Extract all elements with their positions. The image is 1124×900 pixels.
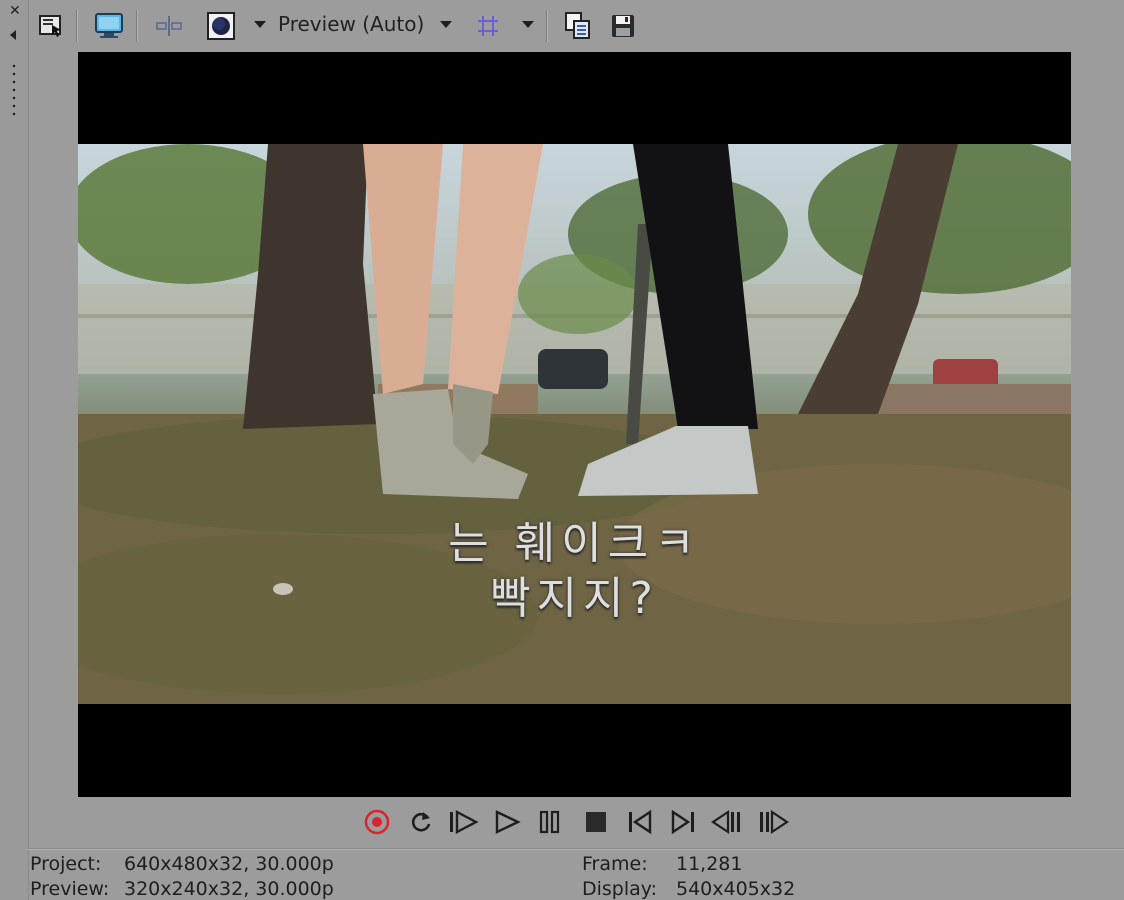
previous-frame-button[interactable]	[623, 805, 657, 839]
display-value: 540x405x32	[676, 878, 796, 900]
overlay-mode-dropdown-icon[interactable]	[254, 21, 266, 28]
play-button[interactable]	[490, 805, 524, 839]
overlay-mode-button[interactable]	[204, 9, 238, 43]
status-divider	[28, 848, 1124, 850]
save-snapshot-button[interactable]	[606, 9, 640, 43]
toolbar-separator	[546, 10, 548, 42]
pause-icon	[539, 810, 560, 834]
loop-playback-button[interactable]	[404, 805, 438, 839]
preview-quality-label[interactable]: Preview (Auto)	[278, 12, 424, 36]
preview-label: Preview:	[30, 878, 110, 900]
prev-event-icon	[711, 809, 740, 835]
save-snapshot-icon	[612, 15, 634, 37]
grid-overlay-icon	[478, 16, 498, 36]
drag-grip-icon[interactable]	[12, 62, 16, 118]
overlays-dropdown-icon[interactable]	[522, 21, 534, 28]
next-event-button[interactable]	[756, 805, 790, 839]
copy-snapshot-button[interactable]	[561, 9, 595, 43]
channel-overlay-icon	[207, 12, 235, 40]
display-label: Display:	[582, 878, 658, 900]
dock-strip: ✕	[0, 0, 29, 900]
collapse-arrow-icon[interactable]	[10, 30, 16, 40]
external-monitor-button[interactable]	[92, 9, 126, 43]
previous-event-button[interactable]	[710, 805, 744, 839]
frame-value: 11,281	[676, 853, 743, 875]
play-from-start-icon	[450, 810, 479, 834]
record-button[interactable]	[360, 805, 394, 839]
project-value: 640x480x32, 30.000p	[124, 853, 334, 875]
split-screen-button[interactable]	[152, 9, 186, 43]
video-preview-toolbar: Preview (Auto)	[28, 0, 1124, 52]
preview-value: 320x240x32, 30.000p	[124, 878, 334, 900]
project-label: Project:	[30, 853, 102, 875]
transport-controls	[360, 805, 800, 839]
close-icon[interactable]: ✕	[9, 4, 21, 18]
prev-frame-icon	[629, 809, 652, 835]
next-event-icon	[760, 809, 789, 835]
copy-snapshot-icon	[565, 12, 590, 39]
toolbar-separator	[76, 10, 78, 42]
next-frame-button[interactable]	[666, 805, 700, 839]
stop-button[interactable]	[579, 805, 613, 839]
pause-button[interactable]	[533, 805, 567, 839]
preview-quality-dropdown-icon[interactable]	[440, 21, 452, 28]
stop-icon	[586, 812, 606, 832]
subtitle-line-2: 빡지지?	[490, 573, 659, 624]
external-monitor-icon	[95, 13, 123, 38]
record-icon	[364, 809, 390, 835]
next-frame-icon	[671, 809, 694, 835]
play-from-start-button[interactable]	[446, 805, 480, 839]
video-preview-properties-button[interactable]	[34, 9, 68, 43]
toolbar-separator	[136, 10, 138, 42]
frame-label: Frame:	[582, 853, 648, 875]
video-preview-properties-icon	[39, 15, 61, 37]
split-screen-icon	[156, 16, 182, 36]
overlays-button[interactable]	[471, 9, 505, 43]
play-icon	[495, 810, 521, 834]
loop-icon	[411, 812, 431, 832]
video-preview-area[interactable]: 는 훼이크ㅋ 빡지지?	[78, 52, 1071, 797]
